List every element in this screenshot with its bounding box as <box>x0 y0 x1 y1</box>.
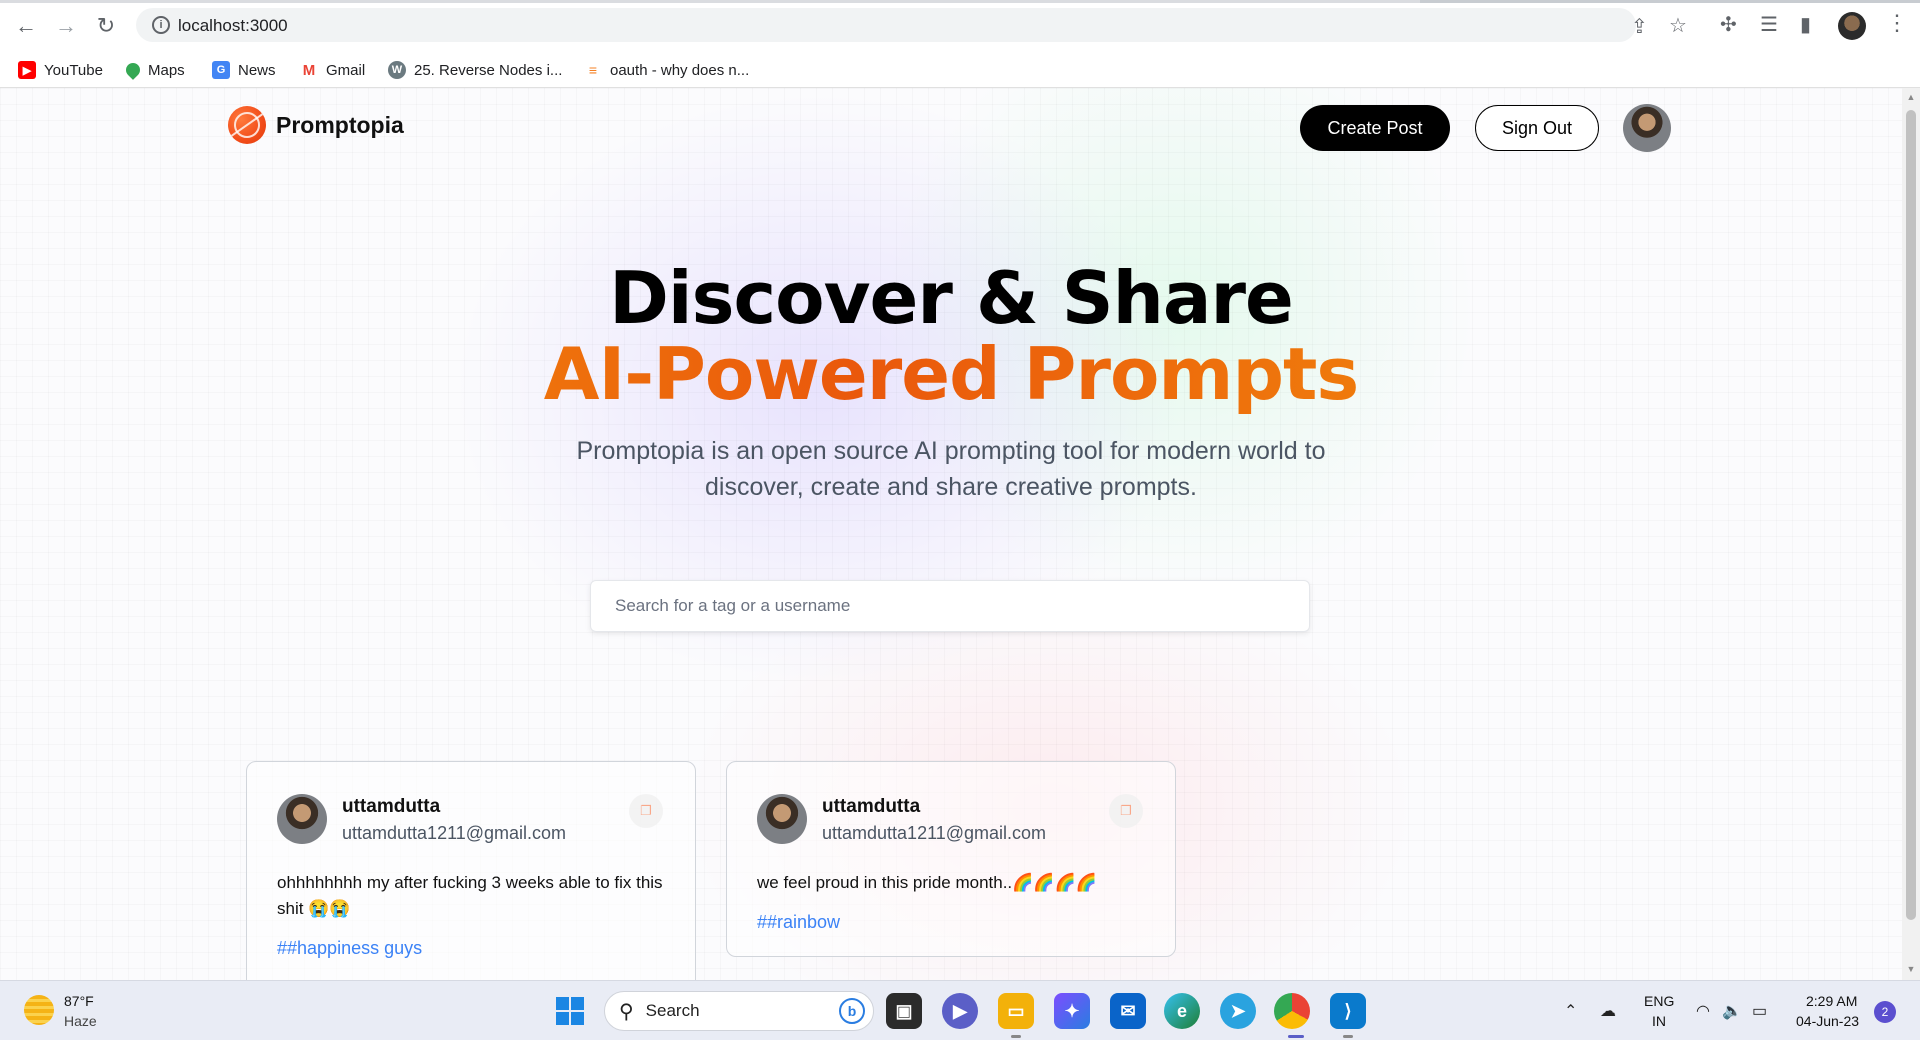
promptopia-logo-icon[interactable] <box>228 106 266 144</box>
file-explorer-running-indicator <box>1011 1035 1021 1038</box>
bookmark-oauth[interactable]: ≡ oauth - why does n... <box>584 60 749 80</box>
chrome-active-indicator <box>1288 1035 1304 1038</box>
prompt-card: uttamdutta uttamdutta1211@gmail.com ❐ oh… <box>246 761 696 980</box>
brand-name[interactable]: Promptopia <box>276 112 404 139</box>
side-panel-icon[interactable]: ▮ <box>1800 12 1811 37</box>
card-email: uttamdutta1211@gmail.com <box>822 823 1047 843</box>
share-icon[interactable]: ⇪ <box>1631 14 1648 39</box>
bookmark-news[interactable]: G News <box>212 60 276 80</box>
bookmark-label: Gmail <box>326 61 366 79</box>
bookmark-youtube[interactable]: ▶ YouTube <box>18 60 103 80</box>
bookmark-maps[interactable]: Maps <box>123 60 185 80</box>
copy-icon[interactable]: ❐ <box>629 794 663 828</box>
vscode-running-indicator <box>1343 1035 1353 1038</box>
scroll-down-icon[interactable]: ▼ <box>1906 964 1916 974</box>
bookmark-label: 25. Reverse Nodes i... <box>414 61 563 79</box>
gmail-icon: M <box>300 61 318 79</box>
taskbar-search-label: Search <box>645 1001 700 1020</box>
vscode-icon[interactable]: ⟩ <box>1330 993 1366 1029</box>
browser-profile-avatar[interactable] <box>1838 12 1866 40</box>
create-post-button[interactable]: Create Post <box>1300 105 1450 151</box>
sign-out-button[interactable]: Sign Out <box>1475 105 1599 151</box>
telegram-icon[interactable]: ➤ <box>1220 993 1256 1029</box>
bookmark-gmail[interactable]: M Gmail <box>300 60 365 80</box>
language-code[interactable]: ENG <box>1644 993 1674 1009</box>
media-queue-icon[interactable]: ☰ <box>1760 12 1778 37</box>
task-view-icon[interactable]: ▣ <box>886 993 922 1029</box>
chrome-icon[interactable] <box>1274 993 1310 1029</box>
maps-icon <box>123 60 143 80</box>
notification-badge[interactable]: 2 <box>1874 1001 1896 1023</box>
w-icon: W <box>388 61 406 79</box>
page-viewport: Promptopia Create Post Sign Out Discover… <box>0 88 1902 980</box>
card-username[interactable]: uttamdutta <box>342 796 440 818</box>
user-avatar[interactable] <box>757 794 807 844</box>
search-input[interactable] <box>590 580 1310 632</box>
profile-avatar[interactable] <box>1623 104 1671 152</box>
onedrive-icon[interactable]: ☁ <box>1600 1001 1616 1021</box>
more-menu-icon[interactable]: ⋮ <box>1886 10 1908 36</box>
bookmark-label: News <box>238 61 276 79</box>
extensions-icon[interactable]: ✣ <box>1720 12 1737 37</box>
bookmark-label: YouTube <box>44 61 103 79</box>
news-icon: G <box>212 61 230 79</box>
bookmark-label: oauth - why does n... <box>610 61 750 79</box>
user-avatar[interactable] <box>277 794 327 844</box>
search-icon: ⚲ <box>619 1000 634 1023</box>
file-explorer-icon[interactable]: ▭ <box>998 993 1034 1029</box>
edge-icon[interactable]: e <box>1164 993 1200 1029</box>
bing-icon[interactable]: b <box>839 998 865 1024</box>
card-username[interactable]: uttamdutta <box>822 796 920 818</box>
page-scrollbar[interactable]: ▲ ▼ <box>1902 88 1920 980</box>
bookmark-reverse-nodes[interactable]: W 25. Reverse Nodes i... <box>388 60 562 80</box>
language-region[interactable]: IN <box>1652 1013 1666 1029</box>
site-info-icon[interactable]: i <box>152 16 170 34</box>
bookmark-label: Maps <box>148 61 185 79</box>
reload-icon[interactable]: ↻ <box>90 10 122 42</box>
bookmarks-bar: ▶ YouTube Maps G News M Gmail W 25. Reve… <box>0 52 1920 88</box>
card-tag[interactable]: ##rainbow <box>757 912 840 933</box>
card-prompt: we feel proud in this pride month..🌈🌈🌈🌈 <box>757 873 1097 892</box>
prompt-card: uttamdutta uttamdutta1211@gmail.com ❐ we… <box>726 761 1176 957</box>
hero-description: Promptopia is an open source AI promptin… <box>576 437 1326 501</box>
tab-strip <box>0 0 1920 3</box>
windows-start-icon[interactable] <box>556 997 584 1025</box>
taskbar: 87°F Haze ⚲ Search b ▣ ▶ ▭ ✦ ✉ e ➤ ⟩ ⌃ ☁… <box>0 980 1920 1040</box>
battery-icon[interactable]: ▭ <box>1752 1001 1767 1021</box>
chat-icon[interactable]: ▶ <box>942 993 978 1029</box>
hero-heading: Discover & Share <box>609 256 1294 340</box>
scroll-up-icon[interactable]: ▲ <box>1906 92 1916 102</box>
browser-toolbar: ← → ↻ i localhost:3000 ⇪ ☆ ✣ ☰ ▮ ⋮ <box>0 0 1920 52</box>
card-prompt: ohhhhhhhh my after fucking 3 weeks able … <box>277 873 663 918</box>
youtube-icon: ▶ <box>18 61 36 79</box>
tab-strip-right <box>1420 0 1920 3</box>
card-email: uttamdutta1211@gmail.com <box>342 823 567 843</box>
weather-description[interactable]: Haze <box>64 1013 97 1029</box>
copy-icon[interactable]: ❐ <box>1109 794 1143 828</box>
stackoverflow-icon: ≡ <box>584 61 602 79</box>
taskbar-search[interactable]: ⚲ Search b <box>604 991 874 1031</box>
back-icon[interactable]: ← <box>10 10 42 42</box>
mail-icon[interactable]: ✉ <box>1110 993 1146 1029</box>
card-tag[interactable]: ##happiness guys <box>277 938 422 959</box>
address-url: localhost:3000 <box>178 16 288 35</box>
copilot-icon[interactable]: ✦ <box>1054 993 1090 1029</box>
hero-heading-gradient: AI-Powered Prompts <box>0 332 1902 416</box>
address-bar[interactable]: i localhost:3000 ⇪ ☆ <box>136 8 1687 42</box>
weather-haze-icon[interactable] <box>24 995 54 1025</box>
wifi-icon[interactable]: ◠ <box>1696 1001 1710 1021</box>
bookmark-star-icon[interactable]: ☆ <box>1669 13 1687 38</box>
clock-date[interactable]: 04-Jun-23 <box>1796 1013 1859 1029</box>
chevron-up-icon[interactable]: ⌃ <box>1564 1001 1577 1021</box>
volume-icon[interactable]: 🔈 <box>1722 1001 1742 1021</box>
clock-time[interactable]: 2:29 AM <box>1806 993 1857 1009</box>
weather-temperature[interactable]: 87°F <box>64 993 94 1009</box>
forward-icon[interactable]: → <box>50 10 82 42</box>
tab-strip-left <box>0 0 1420 3</box>
scrollbar-thumb[interactable] <box>1906 110 1916 920</box>
